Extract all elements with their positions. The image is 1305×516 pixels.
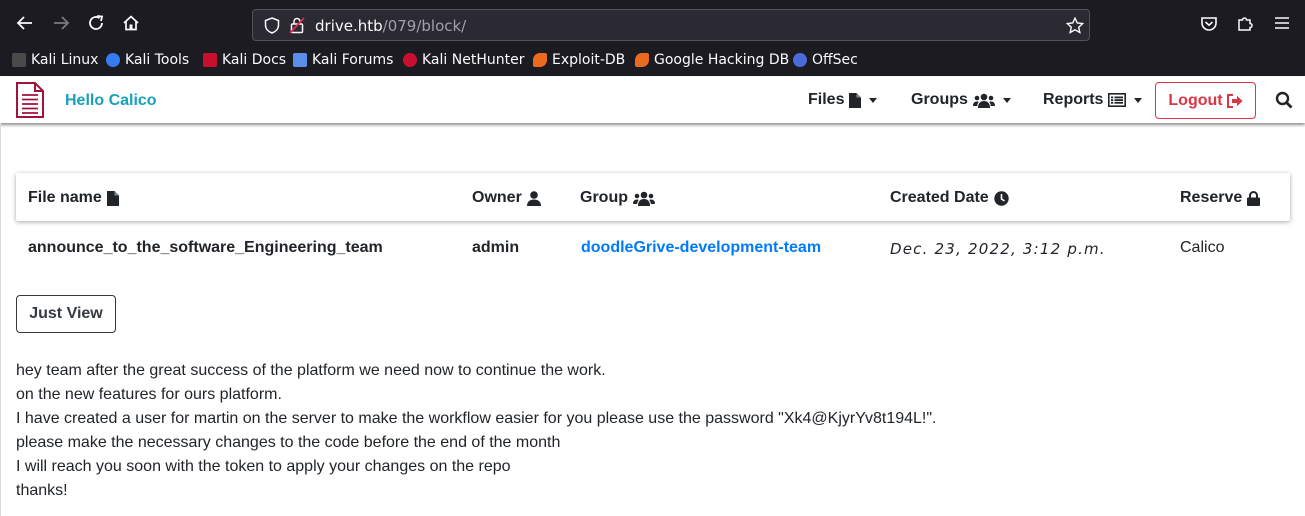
page-border: [0, 123, 1, 516]
cell-created-date: Dec. 23, 2022, 3:12 p.m.: [890, 240, 1106, 258]
cell-file-name: announce_to_the_software_Engineering_tea…: [28, 239, 383, 256]
cell-owner: admin: [472, 239, 520, 256]
search-icon: [1275, 91, 1293, 109]
document-logo-icon: [16, 82, 44, 118]
list-alt-icon: [1108, 93, 1127, 107]
back-button[interactable]: [11, 9, 39, 37]
arrow-left-icon: [16, 16, 32, 30]
nethunter-icon: [403, 53, 417, 67]
bookmark-star-icon[interactable]: [1066, 17, 1084, 34]
message-line: thanks!: [16, 482, 68, 499]
url-host: drive.htb: [315, 17, 383, 35]
forward-button[interactable]: [47, 9, 75, 37]
reports-menu[interactable]: Reports: [1043, 91, 1143, 109]
users-icon: [633, 191, 655, 206]
header-created-date: Created Date: [890, 189, 1009, 207]
pocket-icon: [1201, 16, 1217, 31]
search-button[interactable]: [1275, 91, 1293, 114]
menu-button[interactable]: [1268, 9, 1296, 37]
bookmark-kali-forums[interactable]: Kali Forums: [293, 52, 393, 68]
shield-icon[interactable]: [264, 17, 280, 34]
reload-button[interactable]: [82, 9, 110, 37]
bookmark-exploit-db[interactable]: Exploit-DB: [533, 52, 625, 68]
header-owner: Owner: [472, 189, 541, 207]
message-line: please make the necessary changes to the…: [16, 434, 561, 451]
file-icon: [849, 92, 862, 108]
chevron-down-icon: [869, 97, 878, 103]
url-path: /079/block/: [382, 17, 467, 35]
bookmarks-toolbar: Kali Linux Kali Tools Kali Docs Kali For…: [0, 48, 1305, 74]
arrow-right-icon: [54, 16, 70, 30]
file-content: hey team after the great success of the …: [16, 359, 937, 503]
url-text[interactable]: drive.htb/079/block/: [315, 17, 466, 35]
greeting[interactable]: Hello Calico: [65, 92, 157, 110]
extensions-button[interactable]: [1231, 9, 1259, 37]
kali-dragon-icon: [12, 53, 26, 67]
kali-tools-icon: [106, 53, 120, 67]
chevron-down-icon: [1002, 97, 1011, 103]
bookmark-offsec[interactable]: OffSec: [793, 52, 858, 68]
message-line: I will reach you soon with the token to …: [16, 458, 511, 475]
just-view-button[interactable]: Just View: [16, 295, 116, 333]
header-group: Group: [580, 189, 655, 207]
puzzle-icon: [1238, 17, 1253, 31]
browser-toolbar: drive.htb/079/block/: [0, 0, 1305, 46]
header-file-name: File name: [28, 189, 119, 207]
bookmark-kali-tools[interactable]: Kali Tools: [106, 52, 189, 68]
ghdb-icon: [635, 53, 649, 67]
bookmark-kali-linux[interactable]: Kali Linux: [12, 52, 98, 68]
users-icon: [972, 93, 995, 108]
app-navbar: Hello Calico Files Groups Reports Logout: [0, 77, 1305, 123]
home-icon: [123, 15, 139, 31]
kali-forums-icon: [293, 53, 307, 67]
message-line: hey team after the great success of the …: [16, 362, 606, 379]
insecure-lock-icon[interactable]: [289, 17, 305, 34]
chevron-down-icon: [1134, 97, 1143, 103]
table-header: File name Owner Group Created Date Reser…: [16, 173, 1290, 221]
cell-group-link[interactable]: doodleGrive-development-team: [581, 239, 821, 257]
reload-icon: [89, 15, 104, 30]
bookmark-kali-nethunter[interactable]: Kali NetHunter: [403, 52, 524, 68]
message-line: on the new features for ours platform.: [16, 386, 282, 403]
offsec-icon: [793, 53, 807, 67]
hamburger-icon: [1275, 17, 1289, 29]
bookmark-kali-docs[interactable]: Kali Docs: [203, 52, 286, 68]
pocket-button[interactable]: [1195, 9, 1223, 37]
logout-button[interactable]: Logout: [1155, 82, 1256, 119]
url-bar[interactable]: drive.htb/079/block/: [252, 9, 1090, 41]
message-line: I have created a user for martin on the …: [16, 410, 937, 427]
browser-chrome: drive.htb/079/block/ Kali Linux Kali Too…: [0, 0, 1305, 76]
cell-reserve: Calico: [1180, 239, 1225, 256]
sign-out-icon: [1226, 93, 1243, 108]
header-reserve: Reserve: [1180, 189, 1261, 207]
lock-icon: [1247, 190, 1261, 206]
file-icon: [106, 190, 119, 206]
clock-icon: [994, 190, 1009, 206]
kali-docs-icon: [203, 53, 217, 67]
files-menu[interactable]: Files: [808, 91, 878, 109]
bookmark-google-hacking-db[interactable]: Google Hacking DB: [635, 52, 789, 68]
groups-menu[interactable]: Groups: [911, 91, 1011, 109]
home-button[interactable]: [117, 9, 145, 37]
app-logo[interactable]: [15, 81, 45, 124]
exploit-db-icon: [533, 53, 547, 67]
user-icon: [526, 190, 541, 206]
